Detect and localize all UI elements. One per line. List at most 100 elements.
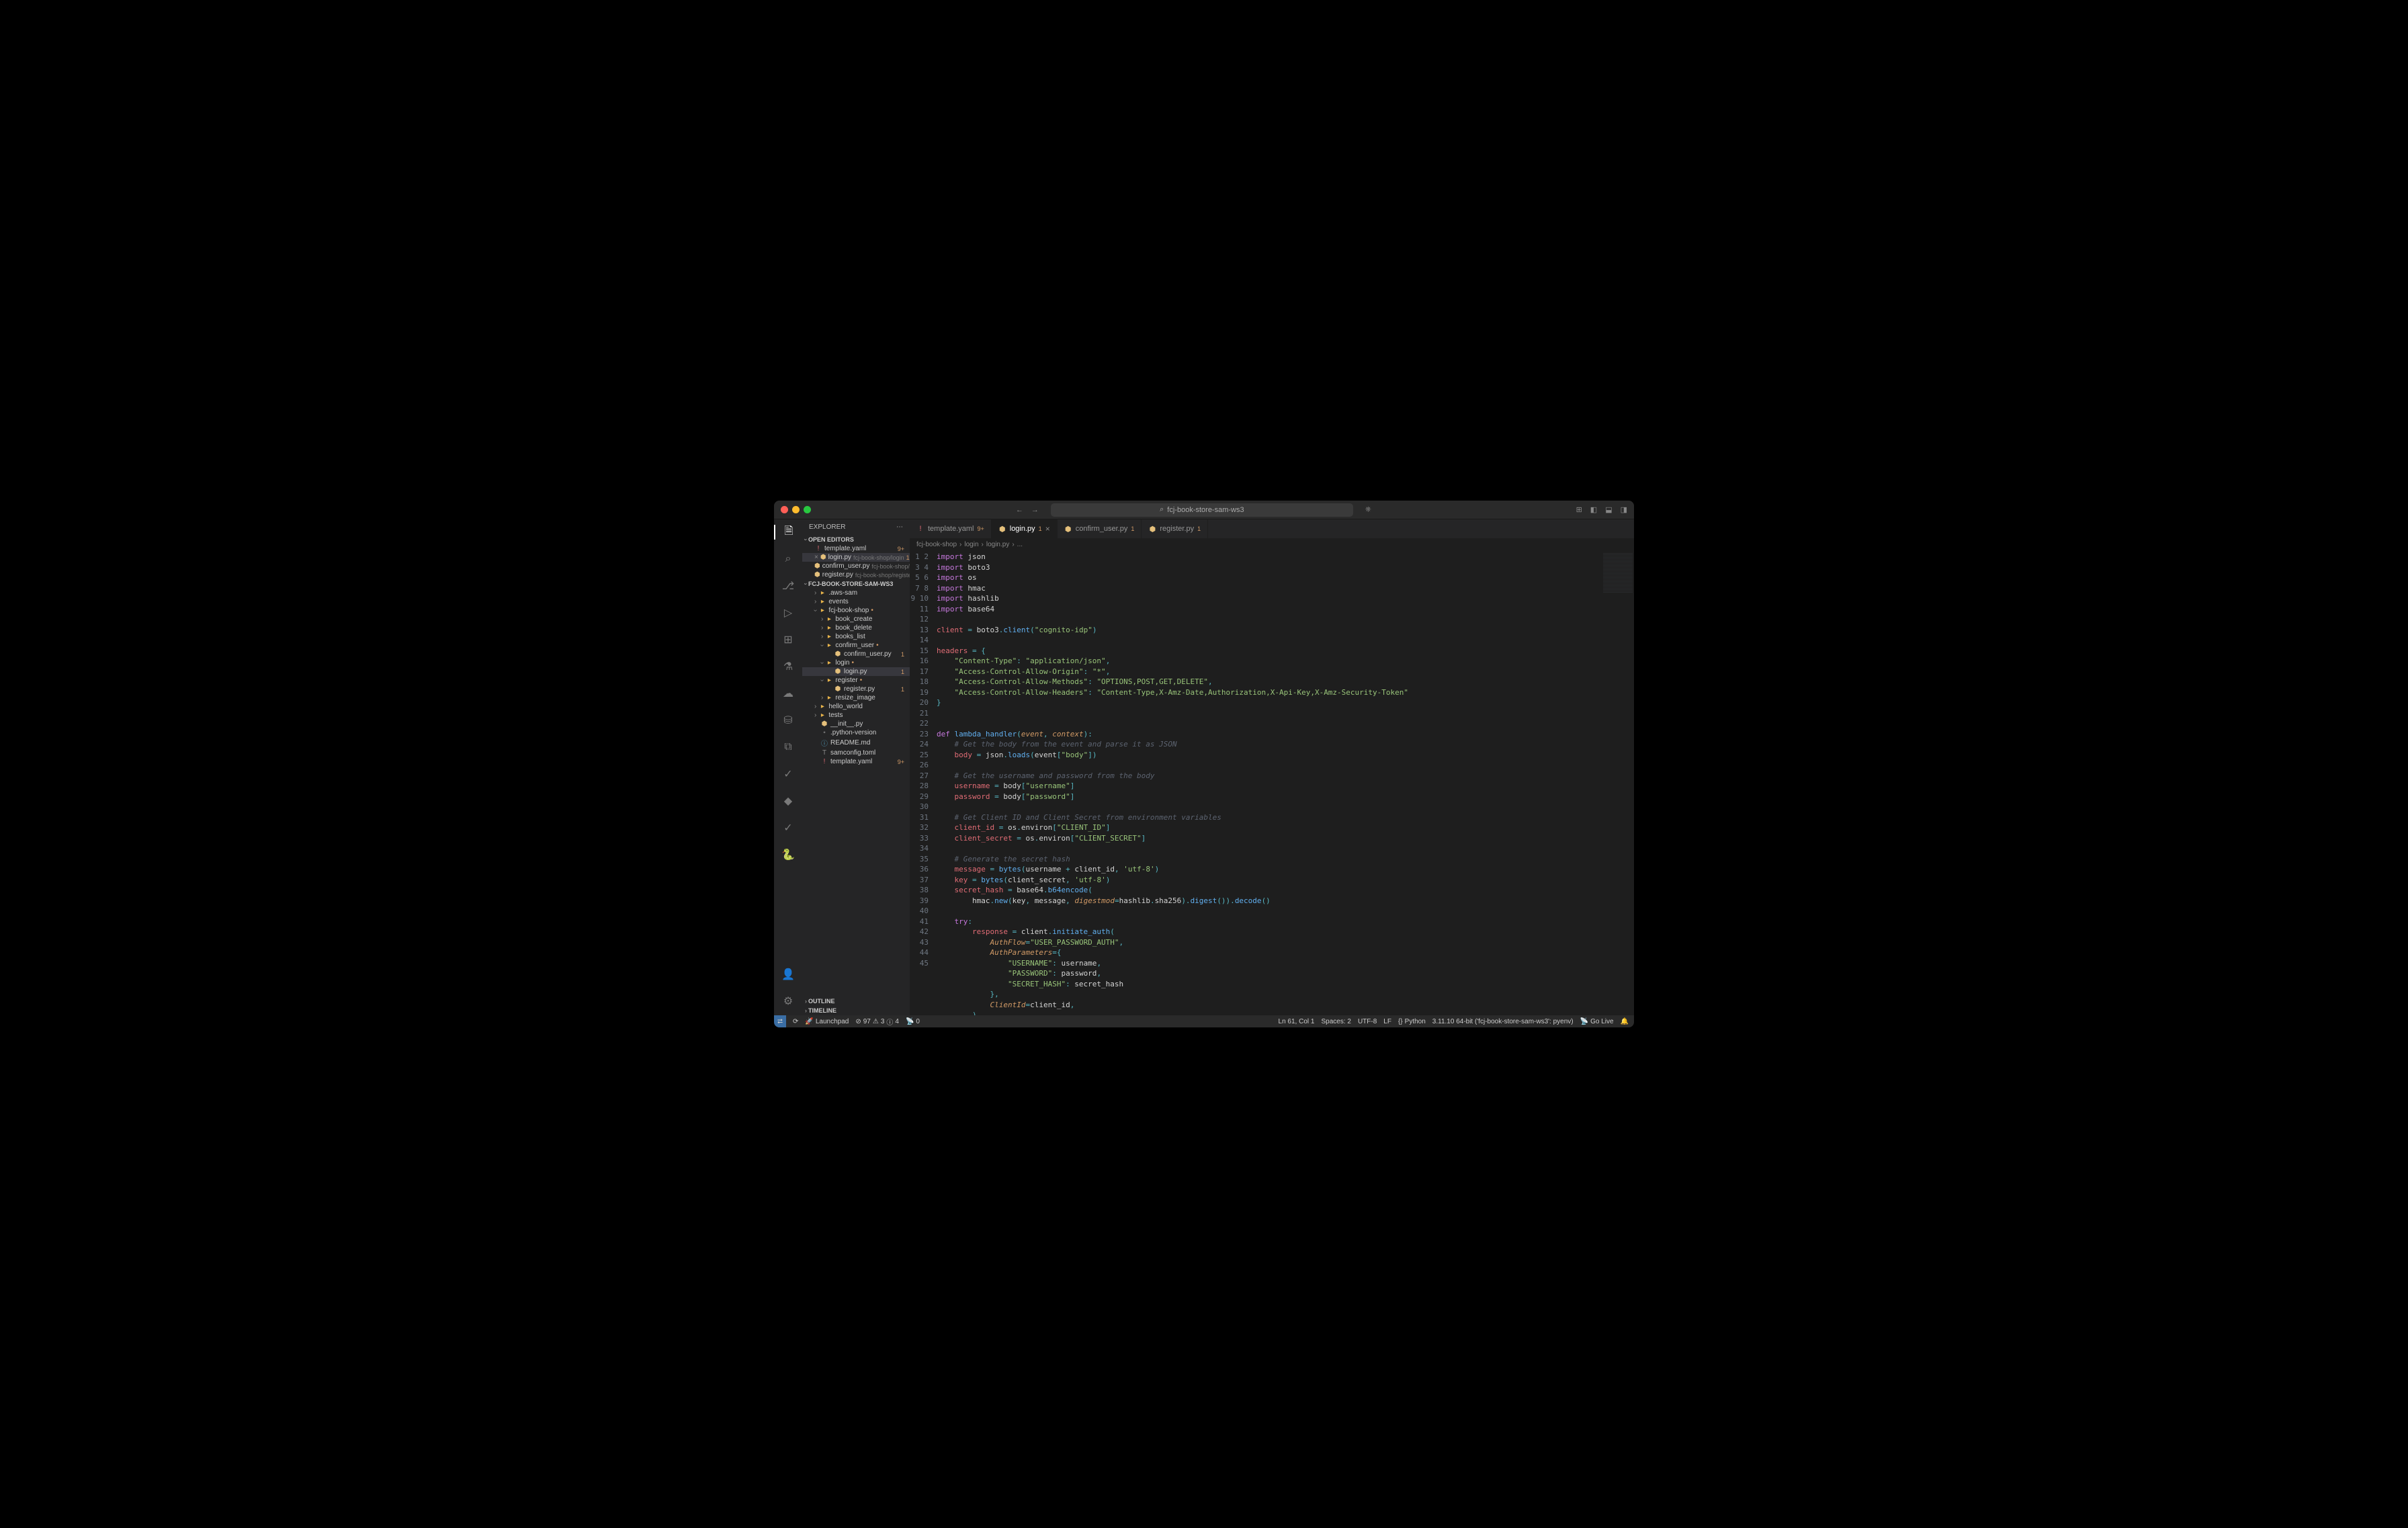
- extensions-icon[interactable]: ⊞: [781, 632, 796, 647]
- close-window-button[interactable]: [781, 506, 788, 513]
- testing-icon[interactable]: ⚗: [781, 659, 796, 674]
- breadcrumb-item[interactable]: login.py: [986, 541, 1009, 548]
- badge: 1: [901, 686, 907, 693]
- run-debug-icon[interactable]: ▷: [781, 605, 796, 620]
- python-env-icon[interactable]: 🐍: [781, 847, 796, 862]
- item-name: .python-version: [830, 729, 876, 736]
- minimize-window-button[interactable]: [792, 506, 800, 513]
- search-activity-icon[interactable]: ⌕: [781, 552, 796, 566]
- notifications-icon[interactable]: 🔔: [1621, 1018, 1629, 1025]
- badge: 9+: [898, 546, 907, 552]
- tree-item[interactable]: Tsamconfig.toml: [802, 749, 910, 757]
- layout-customize-icon[interactable]: ⊞: [1576, 505, 1582, 514]
- timeline-header[interactable]: TIMELINE: [802, 1006, 910, 1015]
- editor-tab[interactable]: !template.yaml9+: [910, 519, 992, 538]
- explorer-icon[interactable]: 🗎: [774, 525, 802, 540]
- maximize-window-button[interactable]: [804, 506, 811, 513]
- editor-tab[interactable]: ⬢login.py1×: [992, 519, 1058, 538]
- open-editor-item[interactable]: !template.yaml9+: [802, 544, 910, 553]
- encoding-button[interactable]: UTF-8: [1358, 1018, 1377, 1025]
- file-icon: !: [814, 545, 822, 552]
- interpreter-button[interactable]: 3.11.10 64-bit ('fcj-book-store-sam-ws3'…: [1432, 1018, 1574, 1025]
- tab-badge: 1: [1131, 525, 1134, 532]
- modified-indicator: •: [860, 677, 863, 684]
- tree-item[interactable]: ▸tests: [802, 711, 910, 720]
- aws-icon[interactable]: ☁: [781, 686, 796, 701]
- settings-gear-icon[interactable]: ⚙: [781, 994, 796, 1009]
- nav-back-icon[interactable]: ←: [1016, 506, 1023, 514]
- tree-item[interactable]: ▸register •: [802, 676, 910, 685]
- breadcrumb-item[interactable]: ...: [1017, 541, 1023, 548]
- copilot-icon[interactable]: ⎈: [1365, 505, 1371, 514]
- source-control-icon[interactable]: ⎇: [781, 579, 796, 593]
- toggle-primary-sidebar-icon[interactable]: ◧: [1590, 505, 1597, 514]
- editor-area: !template.yaml9+⬢login.py1×⬢confirm_user…: [910, 519, 1634, 1015]
- tree-item[interactable]: !template.yaml9+: [802, 757, 910, 766]
- sync-button[interactable]: ⟳: [793, 1018, 798, 1025]
- misc-icon-1[interactable]: ✓: [781, 767, 796, 781]
- file-icon: !: [916, 525, 924, 533]
- tree-item[interactable]: ▸hello_world: [802, 702, 910, 711]
- remote-button[interactable]: ⮂: [774, 1015, 786, 1027]
- open-editors-header[interactable]: OPEN EDITORS: [802, 535, 910, 544]
- tree-item[interactable]: ▸login •: [802, 659, 910, 667]
- tree-item[interactable]: ⬢__init__.py: [802, 720, 910, 728]
- tree-item[interactable]: ◦.python-version: [802, 728, 910, 737]
- chevron-right-icon: [814, 712, 816, 719]
- tree-item[interactable]: ⬢confirm_user.py1: [802, 650, 910, 659]
- tree-item[interactable]: ▸book_create: [802, 615, 910, 624]
- chevron-right-icon: [821, 624, 823, 632]
- file-icon: ⬢: [1064, 525, 1072, 534]
- open-editor-item[interactable]: ⬢register.py fcj-book-shop/register1: [802, 570, 910, 579]
- item-name: __init__.py: [830, 720, 863, 728]
- minimap[interactable]: [1600, 550, 1634, 1015]
- timeline-label: TIMELINE: [808, 1007, 836, 1014]
- todo-icon[interactable]: ✓: [781, 820, 796, 835]
- tree-item[interactable]: ▸resize_image: [802, 693, 910, 702]
- tree-item[interactable]: ⬢login.py1: [802, 667, 910, 676]
- editor-body[interactable]: ▷ ⫿ ⋯ 1 2 3 4 5 6 7 8 9 10 11 12 13 14 1…: [910, 550, 1634, 1015]
- tree-item[interactable]: ▸events: [802, 597, 910, 606]
- problems-button[interactable]: ⊘ 97 ⚠ 3 ⓘ 4: [855, 1017, 899, 1027]
- cursor-position[interactable]: Ln 61, Col 1: [1279, 1018, 1315, 1025]
- outline-header[interactable]: OUTLINE: [802, 996, 910, 1006]
- folder-icon: ▸: [818, 712, 826, 719]
- language-mode-button[interactable]: {} Python: [1398, 1018, 1426, 1025]
- open-editor-item[interactable]: ⬢confirm_user.py fcj-book-shop/c...1: [802, 562, 910, 570]
- command-center[interactable]: ⌕ fcj-book-store-sam-ws3: [1051, 503, 1353, 517]
- tree-item[interactable]: ▸confirm_user •: [802, 641, 910, 650]
- eol-button[interactable]: LF: [1383, 1018, 1391, 1025]
- search-icon: ⌕: [1160, 505, 1164, 514]
- editor-tab[interactable]: ⬢register.py1: [1142, 519, 1208, 538]
- breadcrumb[interactable]: fcj-book-shop›login›login.py›...: [910, 538, 1634, 550]
- indentation-button[interactable]: Spaces: 2: [1321, 1018, 1350, 1025]
- explorer-more-icon[interactable]: ⋯: [896, 523, 903, 531]
- code-content[interactable]: import json import boto3 import os impor…: [937, 550, 1600, 1015]
- tree-item[interactable]: ▸fcj-book-shop •: [802, 606, 910, 615]
- project-header[interactable]: FCJ-BOOK-STORE-SAM-WS3: [802, 579, 910, 589]
- bookmarks-icon[interactable]: ⧉: [781, 740, 796, 755]
- nav-forward-icon[interactable]: →: [1031, 506, 1039, 514]
- accounts-icon[interactable]: 👤: [781, 967, 796, 982]
- toggle-secondary-sidebar-icon[interactable]: ◨: [1621, 505, 1627, 514]
- file-name: confirm_user.py: [822, 562, 870, 570]
- breadcrumb-item[interactable]: fcj-book-shop: [916, 541, 957, 548]
- ports-button[interactable]: 📡 0: [906, 1018, 920, 1025]
- launchpad-button[interactable]: 🚀 Launchpad: [805, 1018, 849, 1025]
- editor-tab[interactable]: ⬢confirm_user.py1: [1058, 519, 1142, 538]
- open-editor-item[interactable]: × ⬢login.py fcj-book-shop/login1: [802, 553, 910, 562]
- item-name: register: [835, 677, 857, 684]
- breadcrumb-item[interactable]: login: [964, 541, 978, 548]
- golive-button[interactable]: 📡 Go Live: [1580, 1018, 1614, 1025]
- badge: 1: [901, 651, 907, 658]
- database-icon[interactable]: ⛁: [781, 713, 796, 728]
- tree-item[interactable]: ▸book_delete: [802, 624, 910, 632]
- tree-item[interactable]: ⓘREADME.md: [802, 737, 910, 749]
- minimap-preview: [1603, 553, 1633, 593]
- tree-item[interactable]: ▸.aws-sam: [802, 589, 910, 597]
- tree-item[interactable]: ▸books_list: [802, 632, 910, 641]
- tree-item[interactable]: ⬢register.py1: [802, 685, 910, 693]
- gitlens-icon[interactable]: ◆: [781, 794, 796, 808]
- toggle-panel-icon[interactable]: ⬓: [1605, 505, 1612, 514]
- close-tab-icon[interactable]: ×: [1045, 524, 1050, 534]
